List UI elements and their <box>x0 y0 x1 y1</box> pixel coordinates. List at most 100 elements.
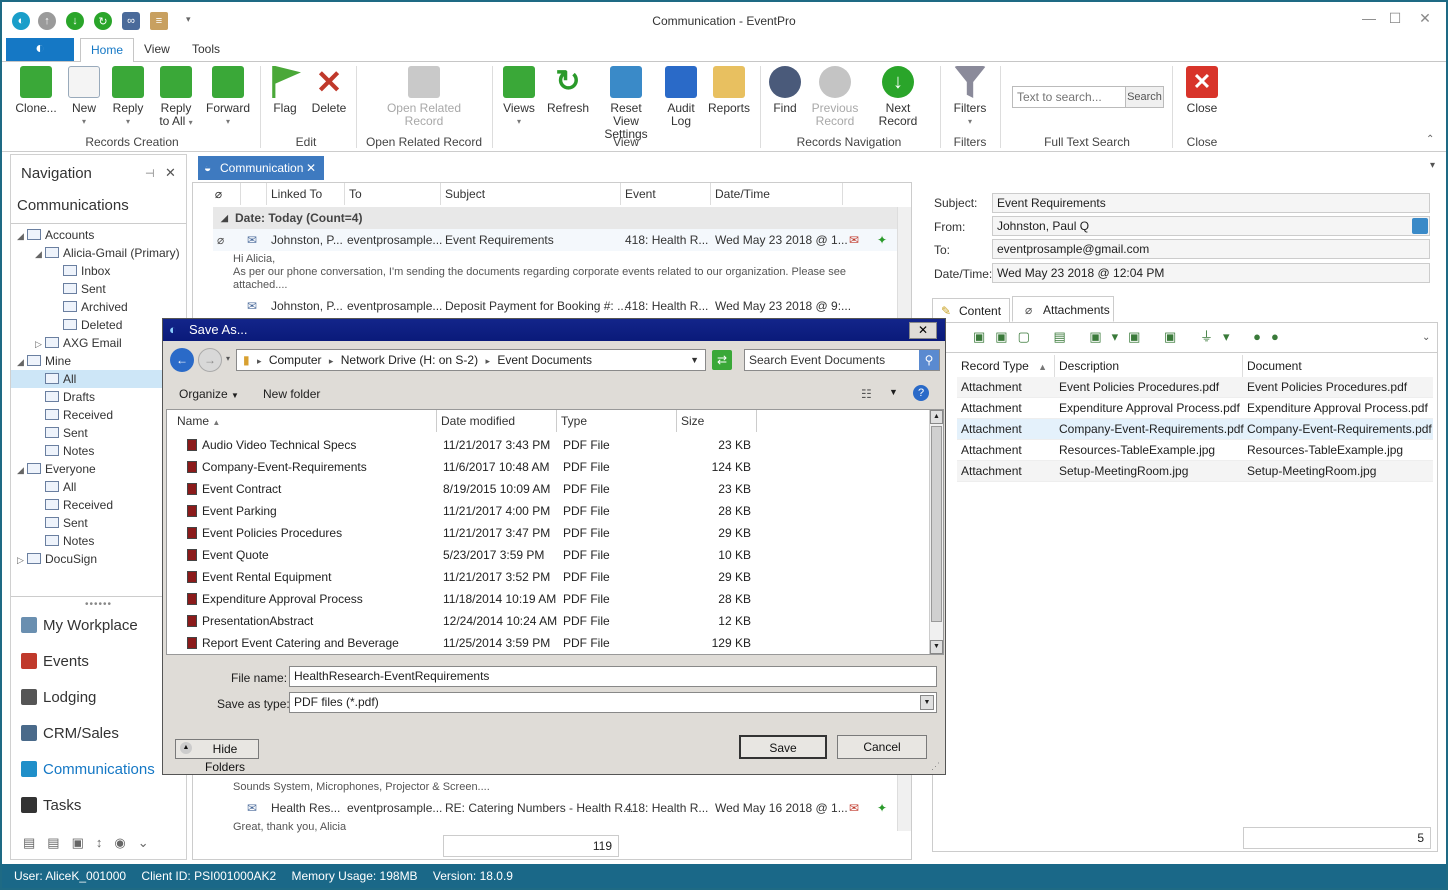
column-name[interactable]: Name ▲ <box>167 410 437 432</box>
delete-button[interactable]: ✕ Delete <box>310 66 348 115</box>
nav-tree-item[interactable]: Sent <box>11 514 186 532</box>
file-row[interactable]: Event Parking 11/21/2017 4:00 PM PDF File 2… <box>167 500 927 522</box>
close-nav-icon[interactable]: ✕ <box>165 165 176 181</box>
file-row[interactable]: Event Policies Procedures 11/21/2017 3:47… <box>167 522 927 544</box>
from-field[interactable]: Johnston, Paul Q <box>992 216 1430 236</box>
file-name-input[interactable]: HealthResearch-EventRequirements <box>289 666 937 687</box>
views-button[interactable]: Views ▾ <box>500 66 538 128</box>
nav-tree-item[interactable]: ◢ Mine <box>11 352 186 370</box>
folder-search-input[interactable]: Search Event Documents ⚲ <box>744 349 940 371</box>
column-description[interactable]: Description <box>1055 355 1243 377</box>
flag-button[interactable]: Flag <box>268 66 302 115</box>
nav-tree-item[interactable]: ◢ Alicia-Gmail (Primary) <box>11 244 186 262</box>
dialog-close-button[interactable]: ✕ <box>909 322 937 339</box>
close-window-icon[interactable]: ✕ <box>1410 10 1440 30</box>
organize-button[interactable]: Organize ▼ <box>179 387 239 401</box>
column-type[interactable]: Type <box>557 410 677 432</box>
close-button[interactable]: ✕ Close <box>1182 66 1222 115</box>
breadcrumb-network-drive[interactable]: Network Drive (H: on S-2) <box>341 353 478 367</box>
file-row[interactable]: Event Quote 5/23/2017 3:59 PM PDF File 10 K… <box>167 544 927 566</box>
back-icon[interactable]: ← <box>170 348 194 372</box>
nav-tree-item[interactable]: Inbox <box>11 262 186 280</box>
previous-record-button[interactable]: Previous Record <box>810 66 860 128</box>
pin-icon[interactable]: ⊣ <box>145 167 155 180</box>
breadcrumb-dropdown-icon[interactable]: ▼ <box>690 350 699 370</box>
refresh-button[interactable]: ↻ Refresh <box>546 66 590 115</box>
tab-attachments[interactable]: ⌀ Attachments <box>1012 296 1114 322</box>
find-button[interactable]: Find <box>768 66 802 115</box>
next-record-button[interactable]: ↓ Next Record <box>866 66 930 128</box>
column-document[interactable]: Document <box>1243 355 1433 377</box>
flag-row-icon[interactable]: ✉ <box>849 229 859 251</box>
forward-nav-icon[interactable]: → <box>198 348 222 372</box>
nav-tree-item[interactable]: Archived <box>11 298 186 316</box>
tab-tools[interactable]: Tools <box>182 38 230 62</box>
column-date-modified[interactable]: Date modified <box>437 410 557 432</box>
module-lodging[interactable]: Lodging <box>21 687 96 709</box>
nav-tree-item[interactable]: Sent <box>11 424 186 442</box>
expand-toggle-icon[interactable]: ◢ <box>17 461 27 479</box>
expand-toggle-icon[interactable]: ◢ <box>17 353 27 371</box>
nav-tree-item[interactable]: Received <box>11 496 186 514</box>
resize-grip-icon[interactable]: ⋰ <box>931 761 940 772</box>
nav-tree-item[interactable]: ◢ Everyone <box>11 460 186 478</box>
file-row[interactable]: Audio Video Technical Specs 11/21/2017 3:… <box>167 434 927 456</box>
datetime-field[interactable]: Wed May 23 2018 @ 12:04 PM <box>992 263 1430 283</box>
nav-tree-item[interactable]: ▷ AXG Email <box>11 334 186 352</box>
nav-tree-item[interactable]: All <box>11 370 186 388</box>
clone-button[interactable]: Clone... <box>14 66 58 115</box>
save-type-select[interactable]: PDF files (*.pdf) ▼ <box>289 692 937 713</box>
search-button[interactable]: Search <box>1125 87 1163 107</box>
collapse-ribbon-icon[interactable]: ⌃ <box>1426 134 1434 145</box>
subject-field[interactable]: Event Requirements <box>992 193 1430 213</box>
view-options-icon[interactable]: ☷ <box>861 387 872 401</box>
module-communications[interactable]: Communications <box>21 759 155 781</box>
attachment-row[interactable]: Attachment Event Policies Procedures.pdf E… <box>957 377 1433 398</box>
nav-tree-item[interactable]: Deleted <box>11 316 186 334</box>
tab-communication[interactable]: ◒ Communication ✕ <box>198 156 324 180</box>
breadcrumb-computer[interactable]: Computer <box>269 353 322 367</box>
tab-list-icon[interactable]: ▾ <box>1430 160 1435 171</box>
column-to[interactable]: To <box>345 183 441 205</box>
toolbar-expand-icon[interactable]: ⌄ <box>1422 332 1430 343</box>
flag-row-icon[interactable]: ✉ <box>849 797 859 819</box>
reply-button[interactable]: Reply ▾ <box>108 66 148 128</box>
column-record-type[interactable]: Record Type ▲ <box>957 355 1055 377</box>
column-event[interactable]: Event <box>621 183 711 205</box>
module-events[interactable]: Events <box>21 651 89 673</box>
view-dropdown-icon[interactable]: ▼ <box>889 387 898 397</box>
expand-toggle-icon[interactable]: ▷ <box>35 335 45 353</box>
new-button[interactable]: New ▾ <box>66 66 102 128</box>
filters-button[interactable]: Filters ▾ <box>948 66 992 128</box>
column-datetime[interactable]: Date/Time <box>711 183 843 205</box>
save-button[interactable]: Save <box>739 735 827 759</box>
expand-toggle-icon[interactable]: ▷ <box>17 551 27 569</box>
to-field[interactable]: eventprosample@gmail.com <box>992 239 1430 259</box>
forward-button[interactable]: Forward ▾ <box>204 66 252 128</box>
nav-tree-item[interactable]: All <box>11 478 186 496</box>
file-row[interactable]: Event Rental Equipment 11/21/2017 3:52 PM… <box>167 566 927 588</box>
column-linked-to[interactable]: Linked To <box>267 183 345 205</box>
attachment-row[interactable]: Attachment Resources-TableExample.jpg Reso… <box>957 440 1433 461</box>
column-size[interactable]: Size <box>677 410 757 432</box>
breadcrumb[interactable]: ▮ ▸ Computer ▸ Network Drive (H: on S-2)… <box>236 349 706 371</box>
attachment-row[interactable]: Attachment Setup-MeetingRoom.jpg Setup-Mee… <box>957 461 1433 482</box>
splitter-handle[interactable]: •••••• <box>11 599 186 610</box>
close-tab-icon[interactable]: ✕ <box>306 156 316 180</box>
file-list-scrollbar[interactable]: ▲ ▼ <box>929 410 943 654</box>
nav-tree-item[interactable]: Received <box>11 406 186 424</box>
open-related-record-button[interactable]: Open Related Record <box>380 66 468 128</box>
reply-all-button[interactable]: Reply to All ▾ <box>154 66 198 129</box>
search-input[interactable] <box>1013 87 1123 107</box>
address-book-icon[interactable] <box>1412 218 1428 234</box>
expand-toggle-icon[interactable]: ◢ <box>17 227 27 245</box>
help-icon[interactable]: ? <box>913 385 929 401</box>
tab-home[interactable]: Home <box>80 38 135 62</box>
hide-folders-button[interactable]: ▲ Hide Folders <box>175 739 259 774</box>
nav-tree-item[interactable]: Drafts <box>11 388 186 406</box>
refresh-folder-icon[interactable]: ⇄ <box>712 350 732 370</box>
file-tab[interactable]: ◐ <box>6 38 74 61</box>
attachment-column-icon[interactable]: ⌀ <box>193 183 241 205</box>
table-row[interactable]: ✉ Johnston, P... eventprosample... Depos… <box>213 295 897 317</box>
file-row[interactable]: Event Contract 8/19/2015 10:09 AM PDF File… <box>167 478 927 500</box>
